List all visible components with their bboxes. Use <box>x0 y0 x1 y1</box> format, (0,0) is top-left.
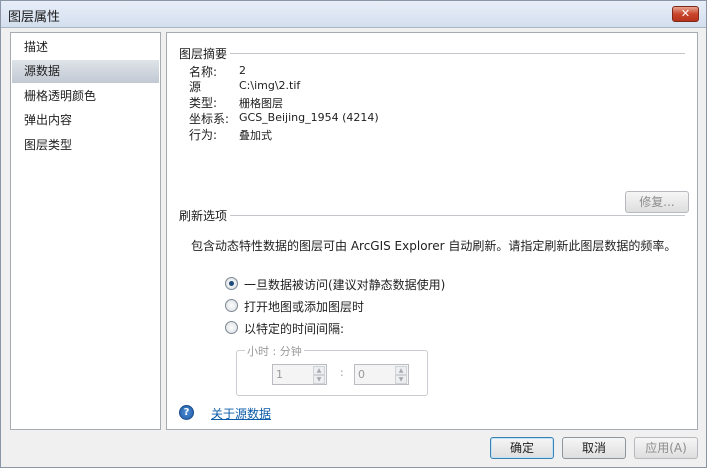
behavior-value: 叠加式 <box>239 129 272 142</box>
hours-stepper[interactable]: 1 ▲ ▼ <box>272 364 327 385</box>
about-source-data-link[interactable]: 关于源数据 <box>211 405 271 422</box>
close-button[interactable]: ✕ <box>672 6 699 22</box>
interval-group: 小时 : 分钟 1 ▲ ▼ : 0 ▲ ▼ <box>236 343 428 396</box>
source-label: 源 <box>189 80 202 94</box>
name-value: 2 <box>239 64 246 77</box>
option-interval-label: 以特定的时间间隔: <box>244 322 345 336</box>
type-value: 栅格图层 <box>239 97 283 110</box>
hours-up-icon[interactable]: ▲ <box>313 366 325 375</box>
sidebar-item-source-data[interactable]: 源数据 <box>12 60 159 83</box>
radio-interval[interactable] <box>225 321 238 334</box>
minutes-down-icon[interactable]: ▼ <box>395 375 407 384</box>
repair-button[interactable]: 修复... <box>625 191 689 213</box>
type-label: 类型: <box>189 96 218 110</box>
hours-down-icon[interactable]: ▼ <box>313 375 325 384</box>
summary-divider <box>230 53 685 54</box>
sidebar-item-description[interactable]: 描述 <box>12 36 159 59</box>
layer-properties-dialog: 图层属性 ✕ 描述 源数据 栅格透明颜色 弹出内容 图层类型 图层摘要 名称: … <box>0 0 707 468</box>
option-on-access-label: 一旦数据被访问(建议对静态数据使用) <box>244 278 446 292</box>
minutes-up-icon[interactable]: ▲ <box>395 366 407 375</box>
hours-value: 1 <box>276 368 283 381</box>
refresh-description: 包含动态特性数据的图层可由 ArcGIS Explorer 自动刷新。请指定刷新… <box>191 239 677 253</box>
coordinate-system-value: GCS_Beijing_1954 (4214) <box>239 111 379 124</box>
option-on-open-label: 打开地图或添加图层时 <box>244 300 365 314</box>
interval-legend: 小时 : 分钟 <box>245 343 304 359</box>
help-icon[interactable]: ? <box>179 405 194 420</box>
radio-on-open[interactable] <box>225 299 238 312</box>
refresh-section-title: 刷新选项 <box>179 209 228 223</box>
sidebar-item-layer-type[interactable]: 图层类型 <box>12 134 159 157</box>
title-bar: 图层属性 ✕ <box>1 1 706 28</box>
behavior-label: 行为: <box>189 128 218 142</box>
ok-button[interactable]: 确定 <box>490 437 554 459</box>
coordinate-system-label: 坐标系: <box>189 112 230 126</box>
main-panel: 图层摘要 名称: 2 源 C:\img\2.tif 类型: 栅格图层 坐标系: … <box>166 32 698 430</box>
apply-button[interactable]: 应用(A) <box>634 437 698 459</box>
minutes-stepper[interactable]: 0 ▲ ▼ <box>354 364 409 385</box>
minutes-value: 0 <box>358 368 365 381</box>
summary-section-title: 图层摘要 <box>179 47 228 61</box>
refresh-divider <box>230 215 685 216</box>
sidebar: 描述 源数据 栅格透明颜色 弹出内容 图层类型 <box>10 32 161 430</box>
window-title: 图层属性 <box>8 10 61 25</box>
radio-on-access[interactable] <box>225 277 238 290</box>
sidebar-item-raster-transparent-color[interactable]: 栅格透明颜色 <box>12 85 159 108</box>
sidebar-item-popup-content[interactable]: 弹出内容 <box>12 109 159 132</box>
cancel-button[interactable]: 取消 <box>562 437 626 459</box>
time-separator: : <box>340 366 344 379</box>
source-value: C:\img\2.tif <box>239 79 301 92</box>
